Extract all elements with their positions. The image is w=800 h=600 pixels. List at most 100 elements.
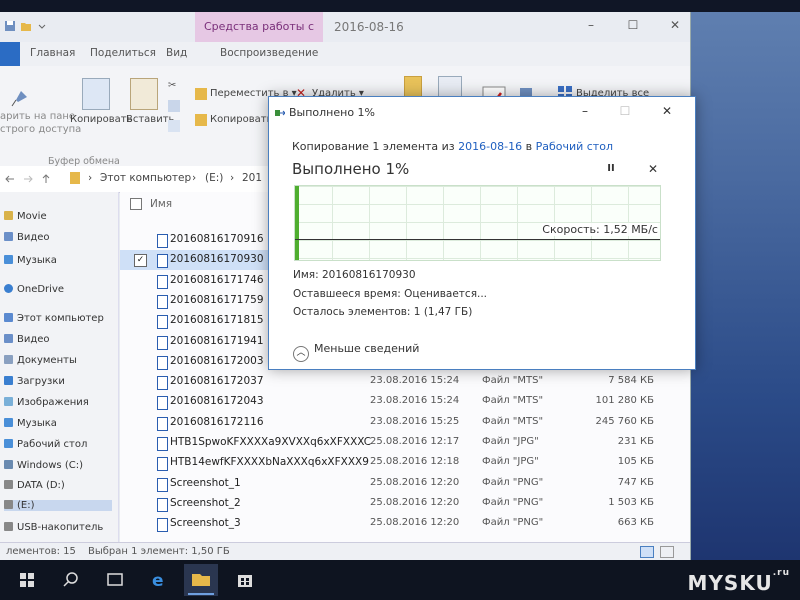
windows-start-icon[interactable]	[10, 564, 44, 596]
nav-item-video[interactable]: Видео	[4, 334, 50, 345]
task-view-icon[interactable]	[98, 564, 132, 596]
nav-item-video[interactable]: Видео	[4, 232, 50, 243]
copy-icon[interactable]	[82, 78, 110, 110]
table-row[interactable]: 20160816172116 23.08.2016 15:25 Файл "MTS"…	[120, 413, 690, 433]
table-row[interactable]: Screenshot_1 25.08.2016 12:20 Файл "PNG" 74…	[120, 474, 690, 494]
breadcrumb-this-pc[interactable]: Этот компьютер	[100, 172, 191, 184]
breadcrumb-folder[interactable]: 201	[242, 172, 262, 184]
nav-item-drive-e[interactable]: (E:)	[4, 500, 112, 511]
forward-arrow-icon[interactable]	[22, 173, 34, 185]
breadcrumb-separator: ›	[88, 172, 93, 184]
nav-label: (E:)	[17, 500, 35, 511]
store-icon[interactable]	[228, 564, 262, 596]
search-icon[interactable]	[54, 564, 88, 596]
column-header-name[interactable]: Имя	[150, 198, 172, 210]
nav-label: Windows (C:)	[17, 460, 83, 471]
close-icon[interactable]: ✕	[668, 18, 682, 32]
back-arrow-icon[interactable]	[4, 173, 16, 185]
navigation-pane: Movie Видео Музыка OneDrive Этот компьют…	[0, 192, 119, 542]
file-size: 105 КБ	[617, 456, 654, 468]
file-type: Файл "MTS"	[482, 415, 544, 427]
items-remaining-info: Осталось элементов: 1 (1,47 ГБ)	[293, 306, 473, 318]
minimize-icon[interactable]: –	[584, 18, 598, 32]
table-row[interactable]: Screenshot_3 25.08.2016 12:20 Файл "PNG" 66…	[120, 514, 690, 534]
table-row[interactable]: 20160816172037 23.08.2016 15:24 Файл "MTS"…	[120, 372, 690, 392]
pause-button[interactable]: II	[603, 161, 619, 177]
tab-share[interactable]: Поделиться	[90, 47, 156, 59]
file-name: Screenshot_1	[170, 476, 241, 489]
paste-icon[interactable]	[130, 78, 158, 110]
nav-item-this-pc[interactable]: Этот компьютер	[4, 313, 104, 324]
nav-item-pictures[interactable]: Изображения	[4, 397, 89, 408]
tab-view[interactable]: Вид	[166, 47, 187, 59]
chevron-down-icon[interactable]	[36, 20, 48, 32]
nav-item-usb[interactable]: USB-накопитель	[4, 522, 103, 533]
tiles-view-icon[interactable]	[660, 546, 674, 558]
nav-item-music[interactable]: Музыка	[4, 255, 57, 266]
nav-item-onedrive[interactable]: OneDrive	[4, 284, 64, 295]
minimize-icon[interactable]: –	[577, 103, 593, 119]
file-size: 663 КБ	[617, 517, 654, 529]
up-arrow-icon[interactable]	[40, 173, 52, 185]
details-view-icon[interactable]	[640, 546, 654, 558]
nav-label: Этот компьютер	[17, 313, 104, 324]
folder-icon	[4, 211, 13, 220]
file-date: 23.08.2016 15:24	[370, 375, 460, 387]
time-remaining-info: Оставшееся время: Оценивается...	[293, 288, 488, 300]
nav-item-documents[interactable]: Документы	[4, 355, 77, 366]
cut-icon[interactable]: ✂	[168, 80, 180, 92]
file-type: Файл "JPG"	[482, 436, 539, 447]
table-row[interactable]: HTB14ewfKFXXXXbNaXXXq6xXFXXX9 25.08.2016 …	[120, 453, 690, 473]
file-type: Файл "MTS"	[482, 375, 544, 387]
nav-item-downloads[interactable]: Загрузки	[4, 376, 65, 387]
nav-item-drive-c[interactable]: Windows (C:)	[4, 460, 83, 471]
nav-item-drive-d[interactable]: DATA (D:)	[4, 480, 65, 491]
table-row[interactable]: 20160816172043 23.08.2016 15:24 Файл "MTS"…	[120, 392, 690, 412]
file-name: 20160816172116	[170, 415, 264, 428]
file-icon	[157, 416, 168, 431]
edge-browser-icon[interactable]: e	[142, 564, 176, 596]
file-name: HTB14ewfKFXXXXbNaXXXq6xXFXXX9	[170, 456, 369, 469]
nav-item-desktop[interactable]: Рабочий стол	[4, 439, 87, 450]
file-name: 20160816171941	[170, 334, 264, 347]
explorer-titlebar: Средства работы с видео 2016-08-16 – ☐ ✕	[0, 12, 690, 63]
close-icon[interactable]: ✕	[659, 103, 675, 119]
table-row[interactable]: HTB1SpwoKFXXXXa9XVXXq6xXFXXXC 25.08.2016 …	[120, 433, 690, 453]
nav-label: Музыка	[17, 418, 57, 429]
copy-path-icon[interactable]	[168, 100, 180, 112]
file-icon	[157, 294, 168, 309]
pin-icon[interactable]	[10, 86, 32, 108]
cloud-icon	[4, 284, 13, 293]
maximize-icon: ☐	[619, 104, 631, 118]
copy-button[interactable]: Копировать	[70, 114, 132, 125]
file-icon	[157, 315, 168, 330]
tab-home[interactable]: Главная	[30, 47, 75, 59]
select-all-checkbox[interactable]	[130, 198, 142, 210]
folder-icon[interactable]	[20, 20, 32, 32]
svg-text:e: e	[152, 571, 164, 591]
nav-label: Видео	[17, 334, 50, 345]
tab-file[interactable]	[0, 42, 20, 66]
nav-item-music[interactable]: Музыка	[4, 418, 57, 429]
file-size: 231 КБ	[617, 436, 654, 447]
file-name: 20160816170930	[170, 253, 264, 266]
file-icon	[157, 254, 168, 269]
destination-folder-link[interactable]: Рабочий стол	[536, 140, 613, 153]
paste-shortcut-icon[interactable]	[168, 120, 180, 132]
file-explorer-icon[interactable]	[184, 564, 218, 596]
file-date: 23.08.2016 15:24	[370, 395, 460, 407]
watermark: MYSKU.ru	[688, 568, 790, 595]
tab-playback[interactable]: Воспроизведение	[220, 47, 318, 59]
nav-item-movie[interactable]: Movie	[4, 211, 47, 222]
row-checkbox[interactable]: ✓	[134, 254, 147, 268]
source-folder-link[interactable]: 2016-08-16	[458, 140, 522, 153]
file-name: 20160816171759	[170, 293, 264, 306]
fewer-details-button[interactable]: ︿ Меньше сведений	[293, 342, 419, 362]
save-icon[interactable]	[4, 20, 16, 32]
table-row[interactable]: Screenshot_2 25.08.2016 12:20 Файл "PNG" 1 …	[120, 494, 690, 514]
copy-to-button[interactable]: Копировать	[210, 114, 272, 125]
breadcrumb-drive-e[interactable]: (E:)	[205, 172, 223, 184]
cancel-button[interactable]: ✕	[645, 161, 661, 177]
video-tools-context-group[interactable]: Средства работы с видео	[195, 12, 323, 63]
maximize-icon[interactable]: ☐	[626, 18, 640, 32]
